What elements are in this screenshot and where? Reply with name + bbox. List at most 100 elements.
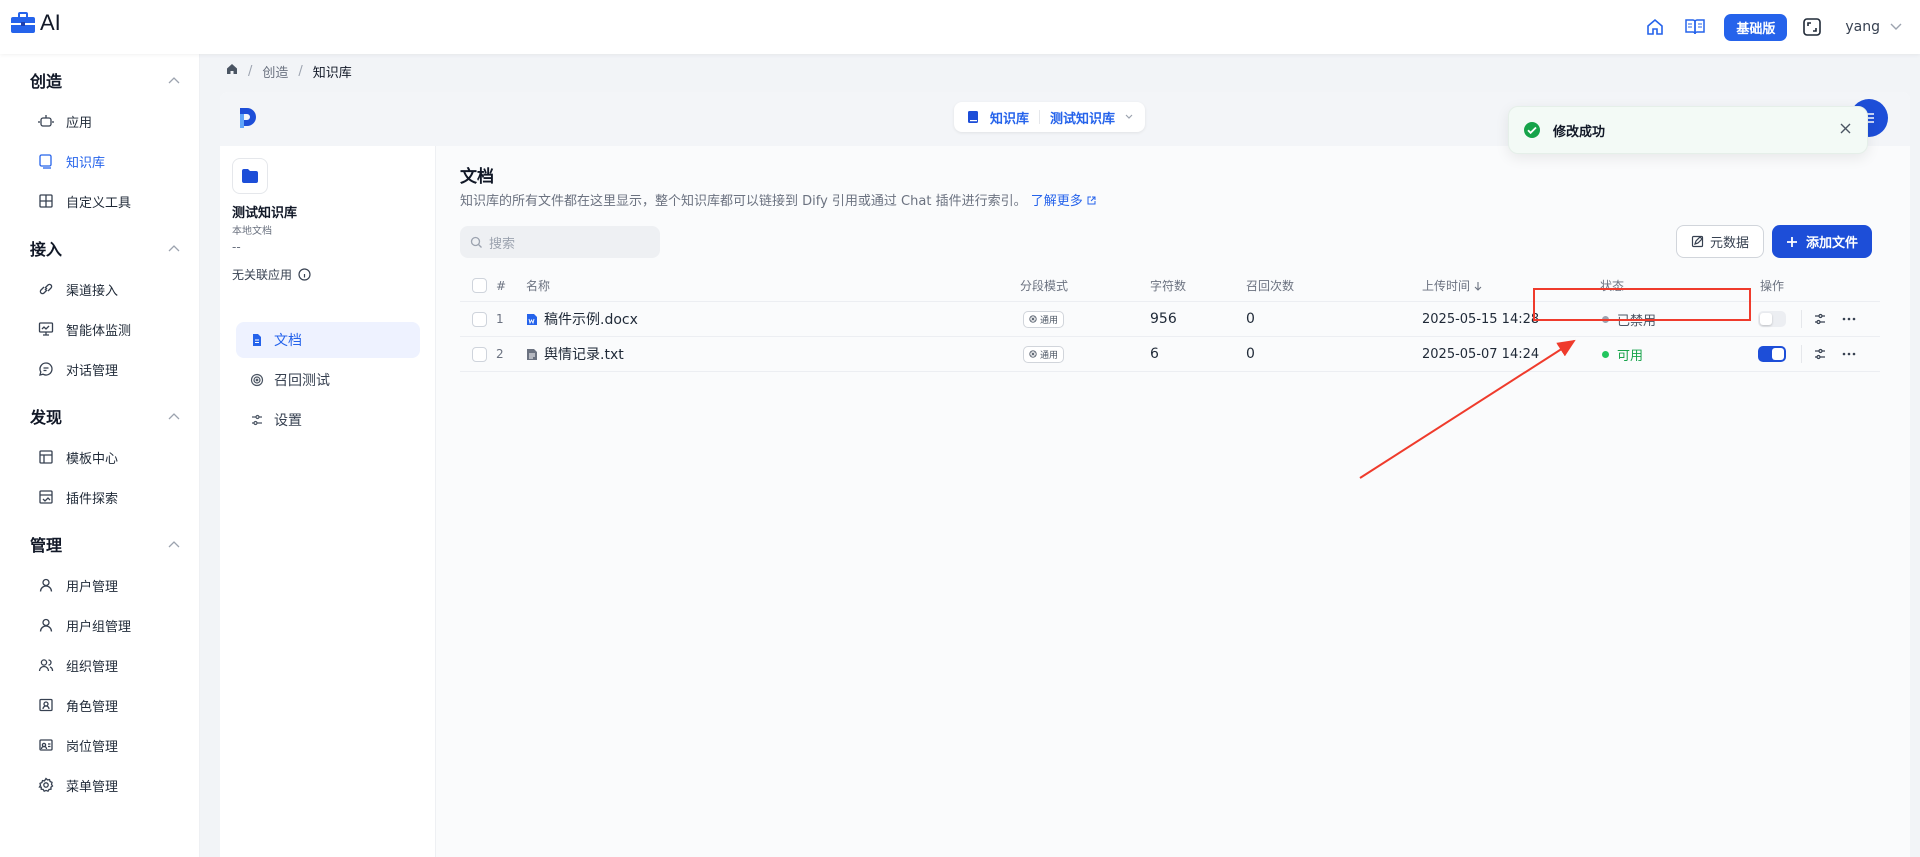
col-upload-time[interactable]: 上传时间 xyxy=(1422,270,1482,301)
sidebar-item-conversations[interactable]: 对话管理 xyxy=(38,354,188,384)
col-char-count: 字符数 xyxy=(1150,279,1187,293)
sidebar-item-plugins[interactable]: 插件探索 xyxy=(38,482,188,512)
nav-group-title: 管理 xyxy=(30,536,63,555)
documents-title: 文档 xyxy=(460,167,494,187)
sliders-icon xyxy=(252,414,262,426)
info-icon[interactable] xyxy=(298,268,311,281)
row-checkbox[interactable] xyxy=(472,346,487,362)
home-icon[interactable] xyxy=(226,63,238,79)
learn-more-label: 了解更多 xyxy=(1030,194,1083,209)
user-name[interactable]: yang xyxy=(1845,19,1880,35)
sidebar-item-agent-monitor[interactable]: 智能体监测 xyxy=(38,314,188,344)
chat-icon xyxy=(39,362,53,376)
divider xyxy=(1039,110,1041,124)
target-icon xyxy=(250,373,264,387)
recall-count: 0 xyxy=(1246,311,1255,327)
chevron-down-icon[interactable] xyxy=(1890,23,1902,31)
upload-time: 2025-05-15 14:28 xyxy=(1422,311,1540,327)
select-all-checkbox[interactable] xyxy=(472,278,487,293)
nav-group-create[interactable]: 创造 xyxy=(30,68,180,92)
chunk-mode-label: 通用 xyxy=(1040,350,1059,361)
sidebar-item-users[interactable]: 用户管理 xyxy=(38,570,188,600)
sidebar-item-label: 用户组管理 xyxy=(66,619,132,635)
add-file-button[interactable]: 添加文件 xyxy=(1772,225,1873,258)
fullscreen-icon[interactable] xyxy=(1797,12,1827,42)
file-name: 稿件示例.docx xyxy=(544,312,638,328)
sidebar-item-positions[interactable]: 岗位管理 xyxy=(38,730,188,760)
file-name: 舆情记录.txt xyxy=(544,347,624,363)
sidebar-item-label: 智能体监测 xyxy=(66,323,132,339)
upload-time: 2025-05-07 14:24 xyxy=(1422,346,1540,362)
kb-menu-documents[interactable]: 文档 xyxy=(236,322,420,358)
app-logo[interactable]: AI xyxy=(10,10,61,36)
sidebar-item-label: 组织管理 xyxy=(66,659,119,675)
row-checkbox[interactable] xyxy=(472,311,487,327)
nav-group-access[interactable]: 接入 xyxy=(30,236,180,260)
more-icon[interactable] xyxy=(1842,337,1856,371)
sidebar-item-user-groups[interactable]: 用户组管理 xyxy=(38,610,188,640)
table-row[interactable]: 2 舆情记录.txt 通用 6 0 2025-05-07 14:24 可用 xyxy=(460,337,1880,372)
recall-count: 0 xyxy=(1246,346,1255,362)
robot-icon xyxy=(38,115,54,127)
row-name[interactable]: 稿件示例.docx xyxy=(526,302,638,336)
kb-menu-recall-test[interactable]: 召回测试 xyxy=(236,362,420,398)
nav-group-discover[interactable]: 发现 xyxy=(30,404,180,428)
sidebar-item-label: 角色管理 xyxy=(66,699,119,715)
gear-icon xyxy=(38,777,54,793)
enable-toggle[interactable] xyxy=(1758,346,1786,362)
check-circle-icon xyxy=(1524,122,1540,138)
monitor-icon xyxy=(39,154,52,169)
enable-toggle[interactable] xyxy=(1758,311,1786,327)
chunk-mode-badge: 通用 xyxy=(1023,345,1065,363)
nav-group-title: 接入 xyxy=(30,240,63,259)
app-title: AI xyxy=(40,10,61,35)
add-file-button-label: 添加文件 xyxy=(1806,236,1859,251)
breadcrumb-separator: / xyxy=(248,63,253,79)
sidebar-item-organizations[interactable]: 组织管理 xyxy=(38,650,188,680)
sidebar-item-apps[interactable]: 应用 xyxy=(38,106,188,136)
kb-switcher-section[interactable]: 知识库 xyxy=(990,108,1029,127)
kb-menu-label: 文档 xyxy=(274,333,302,349)
kb-menu-settings[interactable]: 设置 xyxy=(236,402,420,438)
kb-menu-label: 设置 xyxy=(274,413,302,429)
kb-switcher-name[interactable]: 测试知识库 xyxy=(1050,108,1115,127)
external-link-icon xyxy=(1087,196,1096,205)
settings-sliders-icon[interactable] xyxy=(1813,337,1827,371)
annotation-highlight-box xyxy=(1533,288,1751,321)
sidebar-item-label: 模板中心 xyxy=(66,451,119,467)
chevron-up-icon xyxy=(168,245,180,252)
plus-icon xyxy=(1787,236,1797,247)
nav-group-manage[interactable]: 管理 xyxy=(30,532,180,556)
book-icon[interactable] xyxy=(1680,12,1710,42)
sidebar-item-templates[interactable]: 模板中心 xyxy=(38,442,188,472)
chevron-down-icon[interactable] xyxy=(1125,114,1133,120)
tier-badge[interactable]: 基础版 xyxy=(1724,13,1788,41)
top-bar: AI 基础版 yang xyxy=(0,0,1920,54)
breadcrumb-create[interactable]: 创造 xyxy=(262,62,288,81)
col-recall-count: 召回次数 xyxy=(1246,279,1295,293)
close-icon[interactable] xyxy=(1840,123,1851,138)
metadata-button[interactable]: 元数据 xyxy=(1676,225,1765,258)
book-icon xyxy=(968,111,978,123)
sidebar-item-label: 自定义工具 xyxy=(66,195,132,211)
home-icon[interactable] xyxy=(1640,12,1670,42)
breadcrumb-separator: / xyxy=(298,63,303,79)
user-icon xyxy=(39,578,53,592)
kb-switcher[interactable]: 知识库 测试知识库 xyxy=(954,102,1146,132)
sidebar-item-channels[interactable]: 渠道接入 xyxy=(38,274,188,304)
search-input[interactable]: 搜索 xyxy=(460,226,660,258)
row-name[interactable]: 舆情记录.txt xyxy=(526,337,624,371)
search-placeholder: 搜索 xyxy=(489,236,516,252)
toast-message: 修改成功 xyxy=(1553,124,1606,140)
settings-sliders-icon[interactable] xyxy=(1813,302,1827,336)
users-icon xyxy=(38,659,54,672)
learn-more-link[interactable]: 了解更多 xyxy=(1031,194,1096,209)
id-card-icon xyxy=(39,698,53,712)
sidebar-item-custom-tools[interactable]: 自定义工具 xyxy=(38,186,188,216)
more-icon[interactable] xyxy=(1842,302,1856,336)
sidebar: 创造 应用 知识库 自定义工具 接入 渠道接入 智能体监测 对话管理 发现 模板… xyxy=(0,54,200,857)
sidebar-item-roles[interactable]: 角色管理 xyxy=(38,690,188,720)
sidebar-item-knowledge[interactable]: 知识库 xyxy=(38,146,188,176)
kb-linked-apps: 无关联应用 xyxy=(232,266,311,283)
sidebar-item-menus[interactable]: 菜单管理 xyxy=(38,770,188,800)
